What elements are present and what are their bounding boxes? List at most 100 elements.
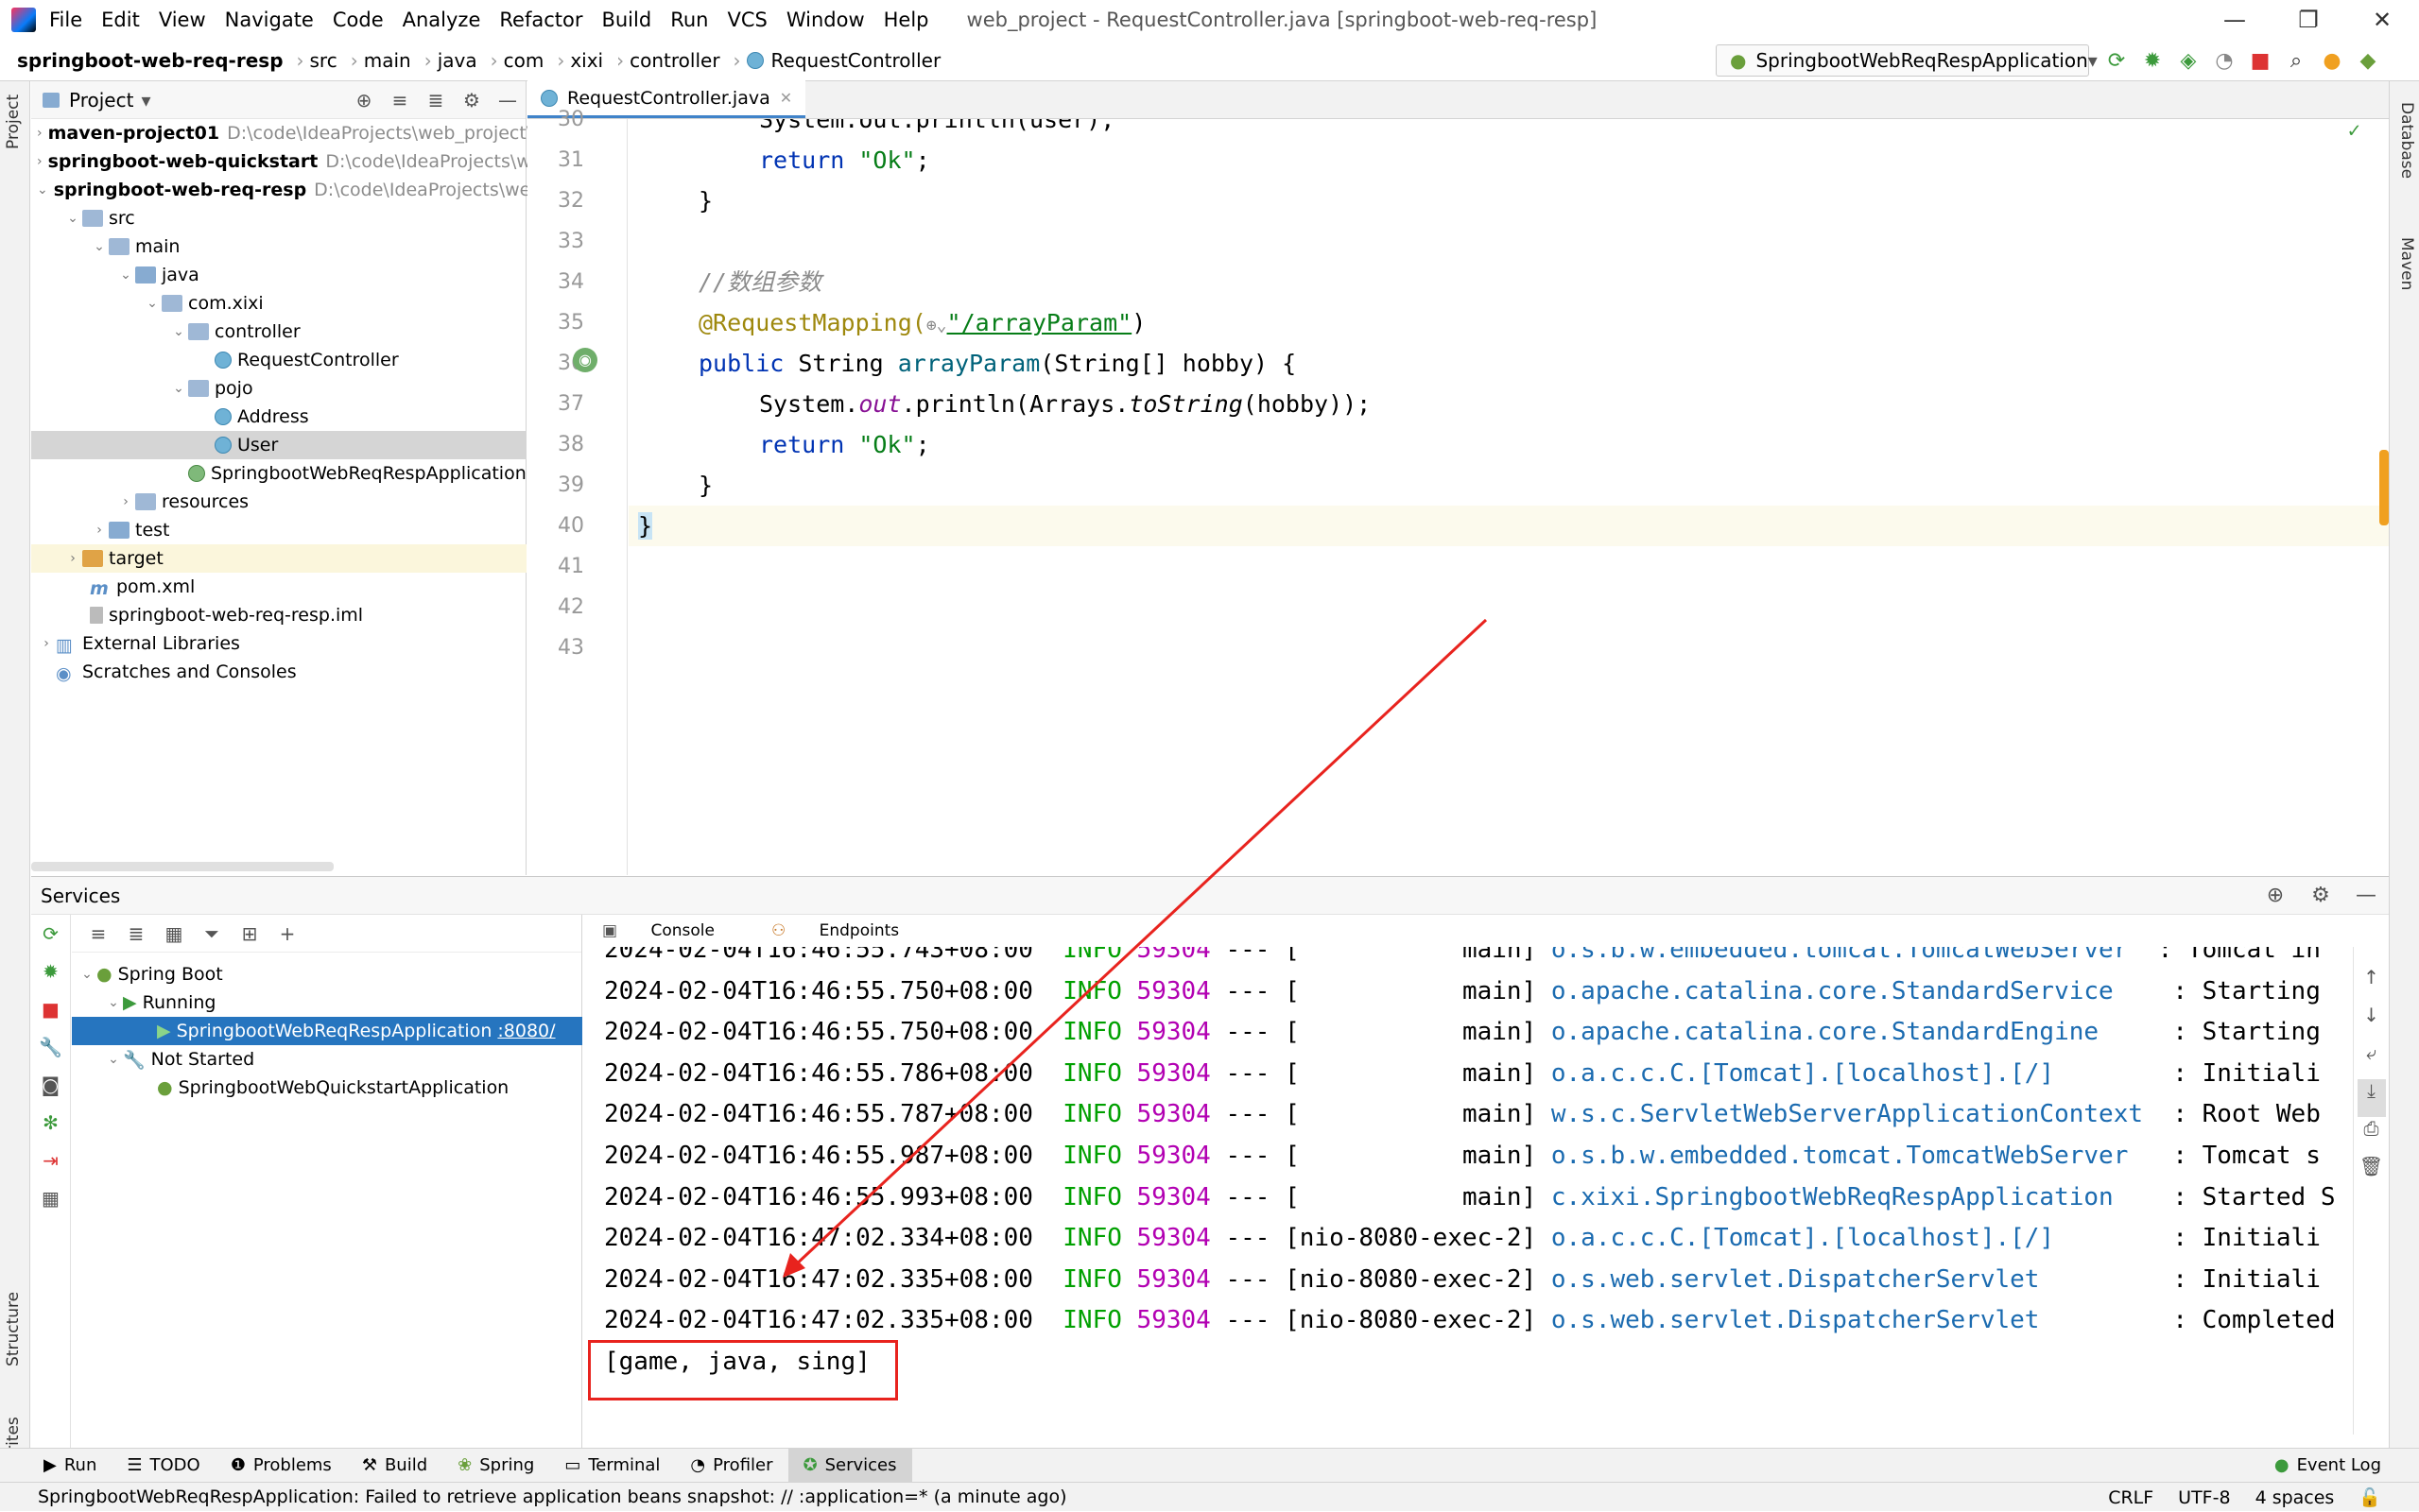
jetbrains-icon[interactable]: ◆ xyxy=(2350,49,2386,73)
tree-item[interactable]: › resources xyxy=(31,488,527,516)
tab-problems[interactable]: ❶ Problems xyxy=(216,1449,347,1483)
tab-profiler[interactable]: ◔ Profiler xyxy=(675,1449,787,1483)
breadcrumb-com[interactable]: com xyxy=(504,49,544,72)
print-icon[interactable]: ⎙ xyxy=(2364,1117,2379,1155)
tree-item[interactable]: ⌄ springboot-web-req-resp D:\code\IdeaProj… xyxy=(31,176,542,204)
rerun-icon[interactable]: ⟳ xyxy=(2099,49,2134,73)
horizontal-scrollbar[interactable] xyxy=(31,862,334,871)
tab-run[interactable]: ▶ Run xyxy=(28,1449,112,1483)
tree-item[interactable]: ⌄ controller xyxy=(31,318,527,346)
code-token[interactable]: "/arrayParam" xyxy=(947,309,1132,336)
tab-console[interactable]: ▣ Console xyxy=(602,921,743,940)
tree-item[interactable]: ⌄ java xyxy=(31,261,527,289)
expand-all-icon[interactable]: ≡ xyxy=(382,89,418,112)
tab-todo[interactable]: ☰ TODO xyxy=(112,1449,215,1483)
tab-services[interactable]: ✪ Services xyxy=(787,1448,912,1483)
filter-icon[interactable]: ⏷ xyxy=(193,922,231,945)
collapse-all-icon[interactable]: ≣ xyxy=(418,89,454,112)
group-icon[interactable]: ▦ xyxy=(155,922,193,945)
tree-item[interactable]: Address xyxy=(31,403,527,431)
locate-icon[interactable]: ⊕ xyxy=(2253,884,2298,907)
tab-endpoints[interactable]: ⚇ Endpoints xyxy=(771,921,927,940)
menu-window[interactable]: Window xyxy=(786,9,865,31)
hide-icon[interactable]: — xyxy=(2343,884,2389,907)
service-item-stopped-app[interactable]: ● SpringbootWebQuickstartApplication xyxy=(72,1074,582,1102)
tree-item[interactable]: ⌄ main xyxy=(31,232,527,261)
close-tab-icon[interactable]: ✕ xyxy=(780,89,792,107)
breadcrumb-module[interactable]: springboot-web-req-resp xyxy=(17,49,284,72)
menu-refactor[interactable]: Refactor xyxy=(499,9,582,31)
tree-item[interactable]: SpringbootWebReqRespApplication xyxy=(31,459,527,488)
scroll-to-end-icon[interactable]: ⤓ xyxy=(2357,1079,2386,1117)
tree-item[interactable]: RequestController xyxy=(31,346,527,374)
tab-build[interactable]: ⚒ Build xyxy=(347,1449,442,1483)
tree-item[interactable]: › springboot-web-quickstart D:\code\IdeaPr… xyxy=(31,147,543,176)
status-message[interactable]: SpringbootWebReqRespApplication: Failed … xyxy=(38,1486,1066,1507)
tree-item[interactable]: › test xyxy=(31,516,527,544)
bean-icon[interactable]: ✻ xyxy=(31,1104,70,1142)
wrap-icon[interactable]: ⤶ xyxy=(2366,1041,2376,1079)
down-arrow-icon[interactable]: ↓ xyxy=(2363,1004,2379,1041)
menu-view[interactable]: View xyxy=(159,9,206,31)
endpoint-gutter-icon[interactable]: ◉ xyxy=(573,348,597,372)
hide-icon[interactable]: — xyxy=(490,89,526,112)
structure-tool-tab[interactable]: Structure xyxy=(4,1292,23,1366)
profile-icon[interactable]: ◔ xyxy=(2206,49,2242,73)
maven-tool-tab[interactable]: Maven xyxy=(2397,237,2416,290)
tree-item[interactable]: › ▥ External Libraries xyxy=(31,629,527,658)
menu-file[interactable]: File xyxy=(49,9,82,31)
event-log-button[interactable]: ● Event Log xyxy=(2274,1449,2381,1483)
breadcrumb-java[interactable]: java xyxy=(438,49,477,72)
tree-item[interactable]: ⌄ pojo xyxy=(31,374,527,403)
service-port-link[interactable]: :8080/ xyxy=(497,1021,555,1041)
debug-icon[interactable]: ✹ xyxy=(2134,49,2170,73)
collapse-all-icon[interactable]: ≣ xyxy=(117,922,155,945)
menu-edit[interactable]: Edit xyxy=(101,9,140,31)
debug-icon[interactable]: ✹ xyxy=(31,953,70,990)
service-group-spring-boot[interactable]: ⌄ ● Spring Boot xyxy=(72,960,582,988)
breadcrumb-src[interactable]: src xyxy=(310,49,337,72)
trash-icon[interactable]: 🗑 xyxy=(2359,1155,2383,1193)
service-item-running-app[interactable]: ▶ SpringbootWebReqRespApplication:8080/ xyxy=(72,1017,582,1045)
maximize-icon[interactable]: ❐ xyxy=(2272,0,2345,40)
gear-icon[interactable]: ⚙ xyxy=(2298,884,2343,907)
tree-item[interactable]: ⌄ src xyxy=(31,204,527,232)
locate-icon[interactable]: ⊕ xyxy=(346,89,382,112)
menu-analyze[interactable]: Analyze xyxy=(403,9,481,31)
layout-icon[interactable]: ▦ xyxy=(31,1179,70,1217)
breadcrumb-xixi[interactable]: xixi xyxy=(570,49,603,72)
tree-item[interactable]: springboot-web-req-resp.iml xyxy=(31,601,527,629)
stop-icon[interactable]: ■ xyxy=(2242,49,2278,73)
menu-run[interactable]: Run xyxy=(670,9,708,31)
tree-item[interactable]: › target xyxy=(31,544,527,573)
menu-code[interactable]: Code xyxy=(333,9,384,31)
menu-vcs[interactable]: VCS xyxy=(727,9,767,31)
service-group-not-started[interactable]: ⌄ 🔧 Not Started xyxy=(72,1045,582,1074)
breadcrumb-class[interactable]: RequestController xyxy=(771,49,942,72)
menu-navigate[interactable]: Navigate xyxy=(225,9,314,31)
indent-indicator[interactable]: 4 spaces xyxy=(2255,1487,2335,1508)
project-tool-tab[interactable]: Project xyxy=(4,94,23,149)
encoding-indicator[interactable]: UTF-8 xyxy=(2178,1487,2230,1508)
tree-item[interactable]: ⌄ com.xixi xyxy=(31,289,527,318)
chevron-down-icon[interactable]: ▾ xyxy=(141,89,150,112)
camera-icon[interactable]: ◙ xyxy=(31,1066,70,1104)
service-group-running[interactable]: ⌄ ▶ Running xyxy=(72,988,582,1017)
project-view-select[interactable]: Project xyxy=(69,89,133,112)
exit-icon[interactable]: ⇥ xyxy=(31,1142,70,1179)
new-tab-icon[interactable]: ⊞ xyxy=(231,922,268,945)
tree-item[interactable]: m pom.xml xyxy=(31,573,527,601)
update-icon[interactable]: ● xyxy=(2314,49,2350,73)
database-tool-tab[interactable]: Database xyxy=(2397,102,2416,179)
lock-icon[interactable]: 🔓 xyxy=(2359,1486,2381,1508)
close-icon[interactable]: ✕ xyxy=(2345,0,2419,40)
stop-icon[interactable]: ■ xyxy=(31,990,70,1028)
tab-spring[interactable]: ❀ Spring xyxy=(442,1449,549,1483)
tree-item-selected[interactable]: User xyxy=(31,431,527,459)
vertical-scrollbar[interactable] xyxy=(2379,450,2389,525)
menu-help[interactable]: Help xyxy=(884,9,929,31)
line-separator-indicator[interactable]: CRLF xyxy=(2108,1487,2153,1508)
menu-build[interactable]: Build xyxy=(601,9,651,31)
run-configuration-select[interactable]: ● SpringbootWebReqRespApplication ▾ xyxy=(1716,44,2098,77)
add-icon[interactable]: + xyxy=(268,922,306,945)
